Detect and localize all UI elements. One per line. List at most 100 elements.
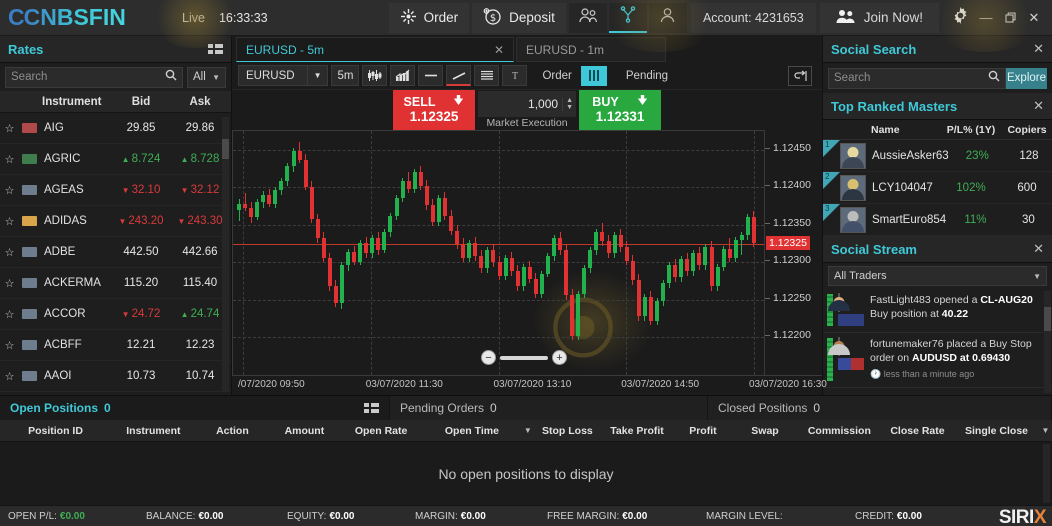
price-tick-label: 1.12300 (765, 254, 822, 266)
bar-chart-type-button[interactable] (390, 65, 416, 86)
favorite-star-icon[interactable]: ☆ (0, 308, 19, 321)
amount-stepper[interactable]: 1,000 ▲ ▼ (478, 91, 576, 117)
master-row[interactable]: 1 AussieAsker63 23% 128 (823, 140, 1052, 172)
rate-row[interactable]: ☆ ACKERMA 115.20 115.40 (0, 268, 231, 299)
rate-row[interactable]: ☆ ACBFF 12.21 12.23 (0, 330, 231, 361)
positions-tab[interactable]: Open Positions 0 (0, 396, 390, 420)
close-icon[interactable]: ✕ (1033, 241, 1044, 257)
positions-column-header[interactable]: Position ID (0, 425, 111, 437)
rate-row[interactable]: ☆ ADBE 442.50 442.66 (0, 237, 231, 268)
favorite-star-icon[interactable]: ☆ (0, 153, 19, 166)
horizontal-line-tool-button[interactable] (418, 65, 444, 86)
chart-tab[interactable]: EURUSD - 5m ✕ (236, 37, 514, 62)
candlestick-chart-type-button[interactable] (362, 65, 388, 86)
rates-layout-icon[interactable] (208, 44, 223, 54)
fibonacci-tool-button[interactable] (474, 65, 500, 86)
sell-button[interactable]: SELL 1.12325 (393, 90, 475, 130)
positions-scrollbar[interactable] (1043, 444, 1050, 503)
copy-traders-button[interactable] (568, 2, 607, 33)
minimize-button[interactable]: — (975, 6, 997, 30)
stream-scrollbar[interactable] (1044, 291, 1051, 393)
positions-tab-bar[interactable]: Open Positions 0 Pending Orders 0 Closed Pos… (0, 396, 1052, 420)
master-row[interactable]: 2 LCY104047 102% 600 (823, 172, 1052, 204)
social-stream-list[interactable]: FastLight483 opened a CL-AUG20 Buy posit… (823, 289, 1052, 395)
social-search-input[interactable] (834, 72, 988, 84)
explore-button[interactable]: Explore (1006, 67, 1047, 89)
favorite-star-icon[interactable]: ☆ (0, 246, 19, 259)
chart-tab[interactable]: EURUSD - 1m (516, 37, 666, 62)
positions-layout-icon[interactable] (364, 403, 379, 413)
favorite-star-icon[interactable]: ☆ (0, 184, 19, 197)
rate-row[interactable]: ☆ ACCOR ▼ 24.72 ▲ 24.74 (0, 299, 231, 330)
zoom-out-button[interactable]: − (481, 350, 496, 365)
favorite-star-icon[interactable]: ☆ (0, 122, 19, 135)
positions-column-header[interactable]: Open Time (423, 425, 522, 437)
chart-plot[interactable]: ⦿ − + (232, 130, 764, 375)
rates-scroll-thumb[interactable] (222, 139, 229, 159)
favorite-star-icon[interactable]: ☆ (0, 215, 19, 228)
favorite-star-icon[interactable]: ☆ (0, 339, 19, 352)
positions-column-header[interactable]: Action (196, 425, 269, 437)
top-masters-list[interactable]: 1 AussieAsker63 23% 128 2 LCY104047 102% 600 3 Sm… (823, 140, 1052, 236)
close-icon[interactable]: ✕ (1033, 98, 1044, 114)
rates-search-field[interactable] (5, 66, 183, 88)
positions-column-header[interactable]: Open Rate (340, 425, 423, 437)
zoom-in-button[interactable]: + (552, 350, 567, 365)
rate-row[interactable]: ☆ AGRIC ▲ 8.724 ▲ 8.728 (0, 144, 231, 175)
account-info[interactable]: Account: 4231653 (690, 2, 816, 33)
positions-tab[interactable]: Pending Orders 0 (390, 396, 708, 420)
positions-column-header[interactable]: Instrument (111, 425, 196, 437)
order-mode-toggle[interactable] (580, 65, 607, 86)
text-tool-button[interactable]: T (502, 65, 528, 86)
rate-row[interactable]: ☆ AIG 29.85 29.86 (0, 113, 231, 144)
chevron-down-icon[interactable]: ▼ (521, 426, 534, 435)
rate-row[interactable]: ☆ AAOI 10.73 10.74 (0, 361, 231, 392)
rates-scrollbar[interactable] (222, 117, 229, 391)
positions-column-header[interactable]: Commission (798, 425, 881, 437)
positions-column-header[interactable]: Close Rate (881, 425, 954, 437)
favorite-star-icon[interactable]: ☆ (0, 277, 19, 290)
profile-button[interactable] (648, 2, 687, 33)
positions-column-header[interactable]: Single Close (954, 425, 1039, 437)
pending-mode-label[interactable]: Pending (626, 70, 668, 82)
amount-spinner[interactable]: ▲ ▼ (562, 97, 573, 111)
stream-item[interactable]: fortunemaker76 placed a Buy Stop order o… (823, 333, 1052, 388)
rate-row[interactable]: ☆ AGEAS ▼ 32.10 ▼ 32.12 (0, 175, 231, 206)
chart-zoom-control[interactable]: − + (481, 350, 567, 365)
trend-line-tool-button[interactable] (446, 65, 472, 86)
rate-row[interactable]: ☆ ADIDAS ▼ 243.20 ▼ 243.30 (0, 206, 231, 237)
order-button[interactable]: Order (388, 2, 470, 33)
settings-button[interactable] (945, 5, 975, 31)
favorite-star-icon[interactable]: ☆ (0, 370, 19, 383)
close-icon[interactable]: ✕ (494, 43, 504, 57)
zoom-slider[interactable] (500, 355, 548, 360)
close-button[interactable]: ✕ (1023, 6, 1045, 30)
spinner-up-icon[interactable]: ▲ (566, 97, 573, 104)
stream-item[interactable]: FastLight483 opened a CL-AUG20 Buy posit… (823, 289, 1052, 333)
positions-column-header[interactable]: Stop Loss (534, 425, 600, 437)
chart-tab-bar[interactable]: EURUSD - 5m ✕ EURUSD - 1m (232, 36, 822, 62)
rates-filter-select[interactable]: All ▼ (187, 66, 226, 88)
join-now-button[interactable]: Join Now! (819, 2, 939, 33)
positions-column-header[interactable]: Amount (269, 425, 340, 437)
positions-column-header[interactable]: Profit (674, 425, 732, 437)
positions-column-header[interactable]: Swap (732, 425, 798, 437)
spinner-down-icon[interactable]: ▼ (566, 104, 573, 111)
undock-chart-button[interactable] (788, 65, 812, 86)
positions-tab[interactable]: Closed Positions 0 (708, 396, 1052, 420)
close-icon[interactable]: ✕ (1033, 41, 1044, 57)
positions-column-header[interactable]: Take Profit (600, 425, 673, 437)
social-button[interactable] (608, 2, 647, 33)
stream-scroll-thumb[interactable] (1044, 307, 1051, 331)
stream-filter-select[interactable]: All Traders ▼ (828, 266, 1047, 286)
rates-search-input[interactable] (11, 71, 165, 83)
deposit-button[interactable]: $ Deposit (472, 2, 566, 33)
maximize-button[interactable] (999, 6, 1021, 30)
symbol-selector[interactable]: EURUSD ▼ (238, 65, 329, 86)
rates-list[interactable]: ☆ AIG 29.85 29.86 ☆ AGRIC ▲ 8.724 ▲ 8.728 ☆ AGEAS ▼ 3… (0, 113, 231, 395)
chevron-down-icon[interactable]: ▼ (1039, 426, 1052, 435)
buy-button[interactable]: BUY 1.12331 (579, 90, 661, 130)
timeframe-button[interactable]: 5m (331, 65, 360, 86)
social-search-field[interactable] (828, 67, 1006, 89)
master-row[interactable]: 3 SmartEuro854 11% 30 (823, 204, 1052, 236)
